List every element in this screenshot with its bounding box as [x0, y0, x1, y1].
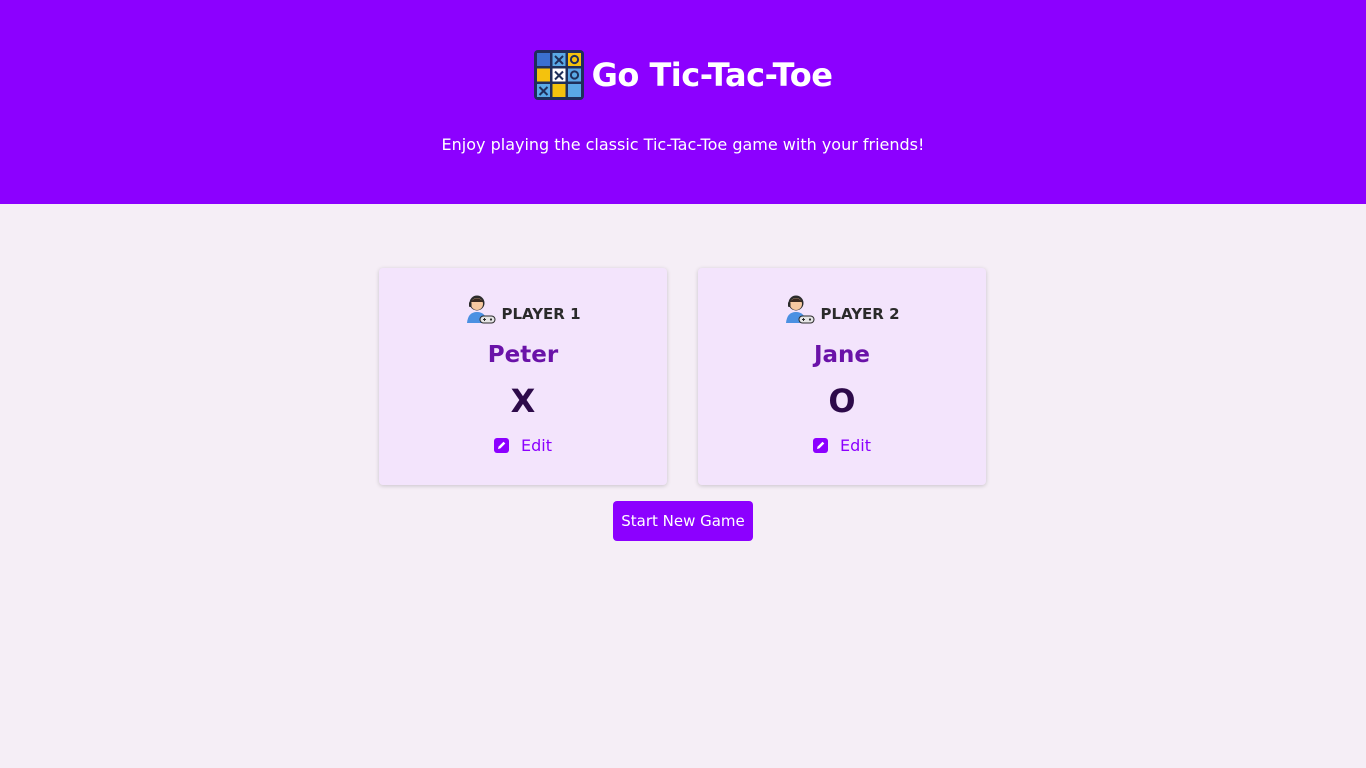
edit-icon [813, 438, 828, 453]
player-name: Peter [487, 342, 559, 368]
edit-icon [494, 438, 509, 453]
edit-label: Edit [521, 436, 552, 455]
start-new-game-button[interactable]: Start New Game [613, 501, 753, 541]
player-name: Jane [813, 342, 871, 368]
player-label: PLAYER 2 [820, 305, 900, 323]
page-title: Go Tic-Tac-Toe [591, 56, 833, 94]
gamer-avatar-icon [786, 295, 815, 324]
player-symbol: X [510, 382, 536, 420]
edit-player-1-button[interactable]: Edit [379, 436, 667, 455]
gamer-avatar-icon [467, 295, 496, 324]
tic-tac-toe-grid-icon [533, 50, 584, 100]
player-card-1: PLAYER 1 Peter X Edit [379, 268, 667, 485]
edit-label: Edit [840, 436, 871, 455]
player-label: PLAYER 1 [501, 305, 581, 323]
player-header: PLAYER 1 [379, 293, 667, 325]
player-card-2: PLAYER 2 Jane O Edit [698, 268, 986, 485]
player-symbol: O [828, 382, 856, 420]
edit-player-2-button[interactable]: Edit [698, 436, 986, 455]
page-subtitle: Enjoy playing the classic Tic-Tac-Toe ga… [441, 135, 925, 154]
player-header: PLAYER 2 [698, 293, 986, 325]
page-header: Go Tic-Tac-Toe Enjoy playing the classic… [0, 0, 1366, 204]
player-cards: PLAYER 1 Peter X Edit PLAYER 2 Jane O Ed… [379, 268, 986, 485]
title-row: Go Tic-Tac-Toe [0, 50, 1366, 100]
